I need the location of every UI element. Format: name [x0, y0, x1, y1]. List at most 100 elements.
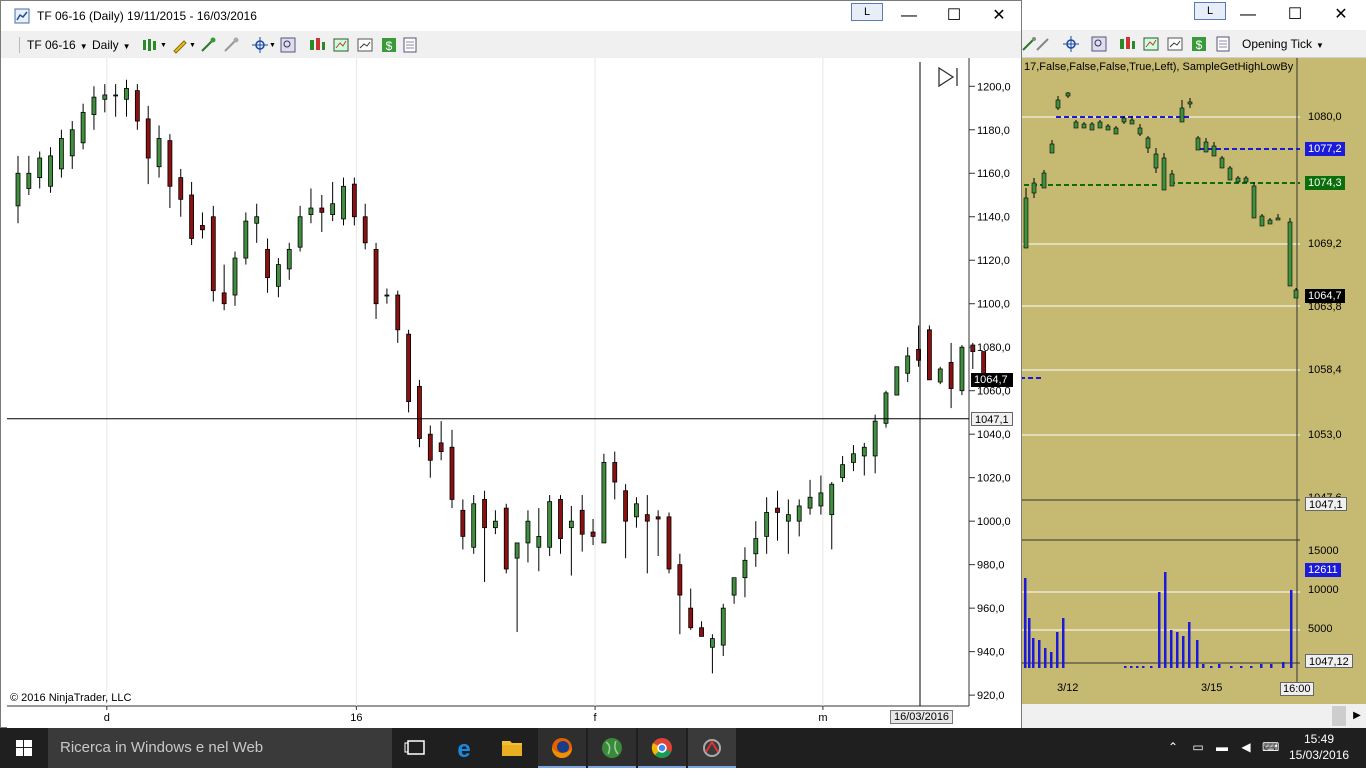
background-candle — [1169, 170, 1175, 187]
candle — [601, 453, 607, 544]
candle — [883, 390, 889, 428]
indicators-icon[interactable] — [1118, 35, 1136, 53]
candle-body-up — [861, 446, 867, 457]
money-icon[interactable]: $ — [380, 36, 398, 54]
candle — [91, 86, 97, 130]
draw-tool-icon[interactable] — [199, 36, 217, 54]
background-scrollbar[interactable]: ▶ — [1020, 704, 1366, 728]
link-button[interactable]: L — [851, 3, 883, 21]
candle-body — [1097, 121, 1103, 129]
volume-bar — [1142, 666, 1145, 668]
strategies-icon[interactable] — [332, 36, 350, 54]
money-icon[interactable]: $ — [1190, 35, 1208, 53]
chart-panel[interactable]: 920,0 940,0 960,0 980,0 1000,0 1020,0 1040,0 10… — [7, 58, 1021, 728]
candle — [286, 242, 292, 280]
candle-body-down — [167, 140, 173, 187]
candle-body-down — [677, 564, 683, 596]
candle-body-up — [710, 638, 715, 648]
close-button[interactable]: ✕ — [1318, 0, 1364, 30]
candle — [482, 490, 487, 583]
y-tick-label: 1000,0 — [977, 516, 1011, 528]
candle-body-down — [775, 507, 780, 513]
pencil-icon[interactable] — [171, 36, 189, 54]
interval-selector[interactable]: Daily ▼ — [92, 35, 131, 55]
candle — [514, 542, 520, 633]
chart-trader-icon[interactable] — [356, 36, 374, 54]
candle — [37, 151, 43, 189]
background-candle — [1195, 136, 1201, 151]
chrome-button[interactable] — [638, 728, 686, 768]
y-tick-label: 940,0 — [977, 647, 1005, 659]
chevron-down-icon[interactable]: ▼ — [269, 42, 276, 49]
volume-bar — [1136, 666, 1139, 668]
candle-body — [1089, 123, 1095, 131]
minimize-button[interactable]: — — [886, 1, 932, 31]
close-button[interactable]: ✕ — [976, 1, 1022, 31]
chart-trader-icon[interactable] — [1166, 35, 1184, 53]
candle-body-up — [634, 503, 639, 518]
crosshair-icon[interactable] — [1062, 35, 1080, 53]
candle — [851, 445, 856, 472]
globe-app-button[interactable] — [588, 728, 636, 768]
price-chart[interactable]: 920,0 940,0 960,0 980,0 1000,0 1020,0 1040,0 10… — [7, 58, 1021, 728]
properties-icon[interactable] — [401, 36, 419, 54]
chevron-down-icon[interactable]: ▼ — [160, 42, 167, 49]
chevron-down-icon[interactable]: ▼ — [189, 42, 196, 49]
x-tick-label: 16 — [350, 712, 362, 724]
file-explorer-button[interactable] — [488, 728, 536, 768]
strategies-icon[interactable] — [1142, 35, 1160, 53]
minimize-button[interactable]: — — [1225, 0, 1271, 30]
zoom-icon[interactable] — [1090, 35, 1108, 53]
volume-tick: 10000 — [1308, 584, 1339, 596]
start-button[interactable] — [0, 728, 48, 768]
candle-body-down — [948, 362, 954, 389]
crosshair-icon[interactable] — [251, 36, 269, 54]
candle-body — [1219, 157, 1225, 169]
crosshair-time-tag: 16:00 — [1280, 682, 1314, 696]
ninjatrader-button[interactable] — [688, 728, 736, 768]
candle — [59, 129, 64, 178]
volume-bar — [1260, 664, 1263, 668]
background-candle — [1023, 188, 1029, 249]
eraser-icon[interactable] — [222, 36, 240, 54]
properties-icon[interactable] — [1214, 35, 1232, 53]
search-input[interactable]: Ricerca in Windows e nel Web — [48, 728, 392, 768]
candle-body-down — [590, 531, 596, 537]
maximize-button[interactable]: ☐ — [931, 1, 977, 31]
edge-button[interactable]: e — [440, 728, 488, 768]
volume-icon[interactable]: ◀ — [1238, 740, 1254, 756]
task-view-button[interactable] — [392, 728, 440, 768]
instrument-selector[interactable]: TF 06-16 ▼ — [27, 35, 88, 55]
bar-type-dropdown[interactable]: Opening Tick ▼ — [1242, 34, 1324, 54]
volume-bar — [1250, 666, 1253, 668]
candle — [330, 181, 336, 222]
keyboard-icon[interactable]: ⌨ — [1262, 740, 1279, 756]
candle — [221, 264, 227, 311]
candle — [438, 421, 444, 461]
svg-text:$: $ — [1196, 38, 1203, 52]
eraser-icon[interactable] — [1034, 35, 1052, 53]
price-tick: 1058,4 — [1308, 364, 1342, 376]
power-icon[interactable]: ▬ — [1214, 740, 1230, 756]
volume-bar — [1270, 664, 1273, 668]
link-button[interactable]: L — [1194, 2, 1226, 20]
volume-bar — [1230, 666, 1233, 668]
bar-style-icon[interactable] — [141, 36, 159, 54]
chart-grid — [106, 58, 824, 706]
maximize-button[interactable]: ☐ — [1272, 0, 1318, 30]
scroll-to-end-icon[interactable] — [938, 66, 958, 88]
zoom-icon[interactable] — [279, 36, 297, 54]
indicators-icon[interactable] — [308, 36, 326, 54]
y-tick-label: 1060,0 — [977, 386, 1011, 398]
candle-body-up — [156, 138, 162, 168]
candle-body-up — [330, 203, 336, 215]
scroll-right-icon[interactable]: ▶ — [1350, 706, 1364, 726]
scrollbar-thumb[interactable] — [1332, 706, 1346, 726]
system-clock[interactable]: 15:49 15/03/2016 — [1284, 731, 1354, 763]
candle — [232, 251, 238, 306]
firefox-button[interactable] — [538, 728, 586, 768]
people-icon[interactable]: ▭ — [1190, 740, 1206, 756]
chevron-up-icon[interactable]: ⌃ — [1165, 740, 1181, 756]
candle-body-down — [200, 225, 205, 231]
candle — [362, 203, 368, 250]
